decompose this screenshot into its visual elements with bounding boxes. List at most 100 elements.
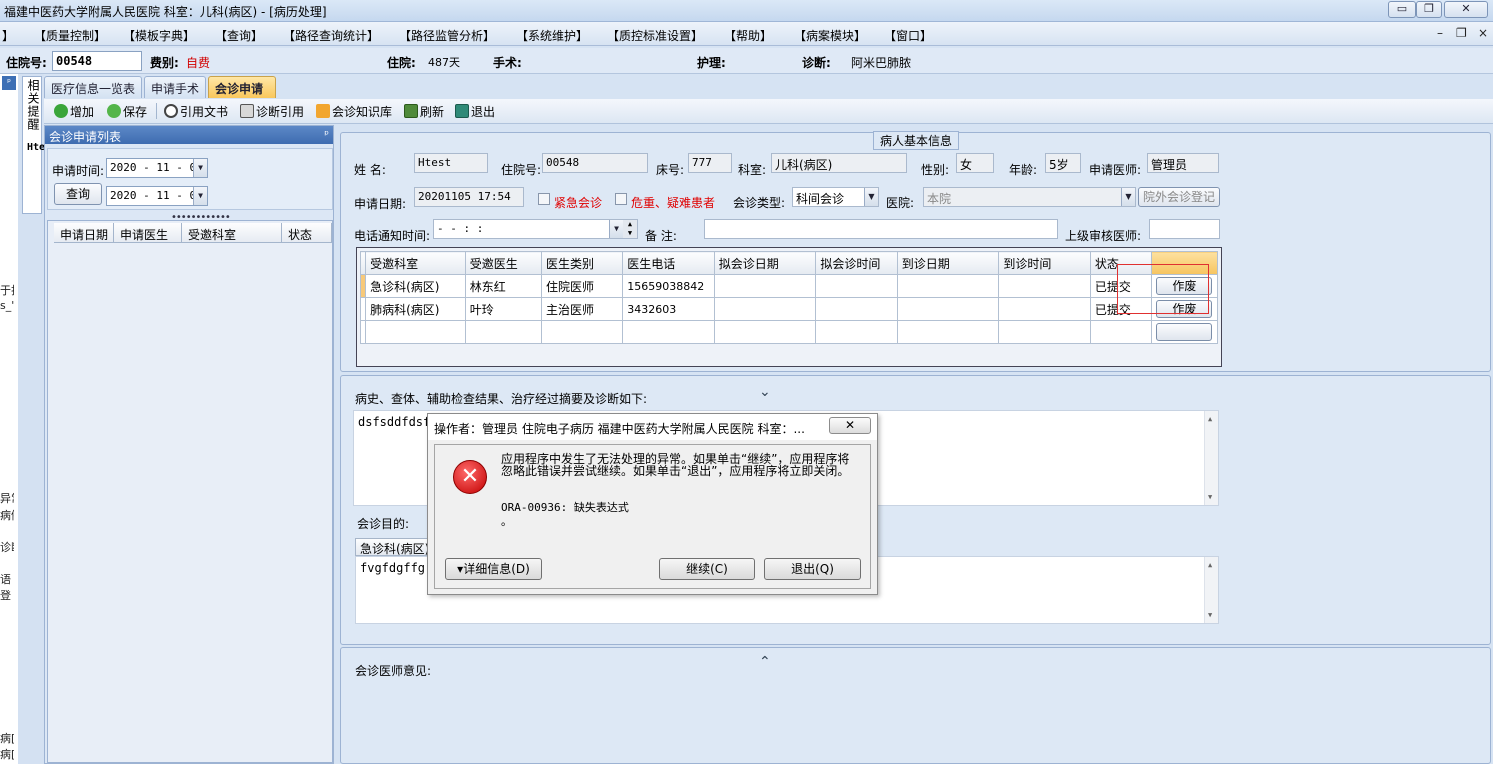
cell-plan-time[interactable] xyxy=(815,297,898,321)
reviewer-input[interactable] xyxy=(1149,219,1220,239)
menu-item-path-stats[interactable]: 【路径查询统计】 xyxy=(283,27,379,44)
name-field[interactable]: Htest xyxy=(414,153,488,173)
cell-phone[interactable] xyxy=(622,320,715,344)
cell-arrive-time[interactable] xyxy=(998,297,1091,321)
cell-phone[interactable]: 15659038842 xyxy=(622,274,715,298)
column-header[interactable]: 医生类别 xyxy=(540,251,624,275)
spinner-icon[interactable]: ▲ ▼ xyxy=(623,220,637,238)
column-header[interactable]: 拟会诊日期 xyxy=(713,251,817,275)
chevron-down-icon[interactable]: ▼ xyxy=(193,187,207,205)
menu-item-query[interactable]: 【查询】 xyxy=(215,27,263,44)
menu-item-window[interactable]: 【窗口】 xyxy=(884,27,932,44)
menu-item-templates[interactable]: 【模板字典】 xyxy=(123,27,195,44)
pin-icon[interactable]: ᵖ xyxy=(2,76,16,90)
tab-medical-info[interactable]: 医疗信息一览表 xyxy=(44,76,142,98)
column-header[interactable]: 受邀科室 xyxy=(182,223,282,243)
cell-phone[interactable]: 3432603 xyxy=(622,297,715,321)
mdi-minimize-button[interactable]: – xyxy=(1437,26,1443,40)
quit-button[interactable]: 退出(Q) xyxy=(764,558,861,580)
cell-arrive-date[interactable] xyxy=(896,297,1000,321)
menu-item-help[interactable]: 【帮助】 xyxy=(724,27,772,44)
dialog-close-button[interactable]: ✕ xyxy=(829,417,871,434)
remark-input[interactable] xyxy=(704,219,1058,239)
table-row[interactable]: 急诊科(病区) 林东红 住院医师 15659038842 已提交 作废 xyxy=(359,274,1219,298)
tab-surgery-request[interactable]: 申请手术 xyxy=(144,76,206,98)
cell-plan-time[interactable] xyxy=(815,320,898,344)
menu-item-quality[interactable]: 【质量控制】 xyxy=(34,27,106,44)
cell-arrive-date[interactable] xyxy=(896,320,1000,344)
date-to-input[interactable]: 2020 - 11 - 06 ▼ xyxy=(106,186,208,206)
save-button[interactable]: 保存 xyxy=(107,103,147,120)
chevron-down-icon[interactable]: ▼ xyxy=(864,188,878,206)
collapse-icon[interactable]: ⌄ xyxy=(759,384,771,400)
consult-table[interactable]: 受邀科室 受邀医生 医生类别 医生电话 拟会诊日期 拟会诊时间 到诊日期 到诊时… xyxy=(359,251,1219,344)
column-header[interactable]: 受邀科室 xyxy=(365,251,466,275)
minimize-button[interactable]: ▭ xyxy=(1388,1,1416,18)
column-header[interactable]: 到诊日期 xyxy=(896,251,1000,275)
continue-button[interactable]: 继续(C) xyxy=(659,558,755,580)
column-header[interactable]: 到诊时间 xyxy=(998,251,1091,275)
critical-checkbox[interactable] xyxy=(615,193,627,205)
column-header[interactable]: 拟会诊时间 xyxy=(815,251,898,275)
inpatient-no-field[interactable]: 00548 xyxy=(542,153,648,173)
menu-item-edge[interactable]: 】 xyxy=(2,27,14,44)
cell-dept[interactable]: 急诊科(病区) xyxy=(365,274,466,298)
bed-field[interactable]: 777 xyxy=(688,153,732,173)
cell-plan-date[interactable] xyxy=(713,320,817,344)
column-header[interactable]: 状态 xyxy=(282,223,332,243)
cell-plan-date[interactable] xyxy=(713,274,817,298)
refresh-button[interactable]: 刷新 xyxy=(404,103,444,120)
cell-plan-date[interactable] xyxy=(713,297,817,321)
consult-type-select[interactable]: 科间会诊 ▼ xyxy=(792,187,879,207)
purpose-tab[interactable]: 急诊科(病区) xyxy=(355,538,431,556)
query-button[interactable]: 查询 xyxy=(54,183,102,205)
chevron-down-icon[interactable]: ▼ xyxy=(193,159,207,177)
details-button[interactable]: ▾详细信息(D) xyxy=(445,558,542,580)
empty-row-button[interactable] xyxy=(1156,323,1213,341)
scroll-down-icon[interactable]: ▼ xyxy=(1208,493,1212,501)
menu-item-records[interactable]: 【病案模块】 xyxy=(794,27,866,44)
cell-arrive-date[interactable] xyxy=(896,274,1000,298)
dept-field[interactable]: 儿科(病区) xyxy=(771,153,907,173)
apply-date-field[interactable]: 20201105 17:54 xyxy=(414,187,524,207)
scrollbar[interactable]: ▲ ▼ xyxy=(1204,557,1218,623)
column-header[interactable]: 申请日期 xyxy=(54,223,114,243)
scrollbar[interactable]: ▲ ▼ xyxy=(1204,411,1218,505)
cell-dept[interactable]: 肺病科(病区) xyxy=(365,297,466,321)
date-from-input[interactable]: 2020 - 11 - 06 ▼ xyxy=(106,158,208,178)
add-button[interactable]: 增加 xyxy=(54,103,94,120)
urgent-checkbox[interactable] xyxy=(538,193,550,205)
cell-dept[interactable] xyxy=(365,320,466,344)
gender-field[interactable]: 女 xyxy=(956,153,994,173)
cell-doctor[interactable] xyxy=(464,320,542,344)
cite-diagnosis-button[interactable]: 诊断引用 xyxy=(240,103,304,120)
cell-type[interactable]: 住院医师 xyxy=(540,274,624,298)
side-tab-reminders[interactable]: 相关提醒 Htest xyxy=(22,76,57,214)
chevron-down-icon[interactable]: ▼ xyxy=(609,220,623,238)
cell-doctor[interactable]: 叶玲 xyxy=(464,297,542,321)
scroll-up-icon[interactable]: ▲ xyxy=(1208,561,1212,569)
expand-icon[interactable]: ⌃ xyxy=(759,654,771,670)
menu-item-path-analysis[interactable]: 【路径监管分析】 xyxy=(399,27,495,44)
scroll-up-icon[interactable]: ▲ xyxy=(1208,415,1212,423)
column-header[interactable]: 受邀医生 xyxy=(464,251,542,275)
mdi-close-button[interactable]: × xyxy=(1478,26,1488,40)
age-field[interactable]: 5岁 xyxy=(1045,153,1081,173)
cell-type[interactable] xyxy=(540,320,624,344)
close-button[interactable]: ✕ xyxy=(1444,1,1488,18)
scroll-down-icon[interactable]: ▼ xyxy=(1208,611,1212,619)
column-header[interactable]: 申请医生 xyxy=(114,223,182,243)
tab-consult-request[interactable]: 会诊申请 xyxy=(208,76,276,98)
external-consult-button[interactable]: 院外会诊登记 xyxy=(1138,187,1220,207)
menu-item-maintenance[interactable]: 【系统维护】 xyxy=(516,27,588,44)
hospital-select[interactable]: 本院 ▼ xyxy=(923,187,1136,207)
cite-document-button[interactable]: 引用文书 xyxy=(164,103,228,120)
table-row[interactable] xyxy=(359,320,1219,344)
table-row[interactable]: 肺病科(病区) 叶玲 主治医师 3432603 已提交 作废 xyxy=(359,297,1219,321)
pin-icon[interactable]: ᵖ xyxy=(324,128,329,141)
exit-button[interactable]: 退出 xyxy=(455,103,495,120)
column-header[interactable]: 医生电话 xyxy=(622,251,715,275)
cell-arrive-time[interactable] xyxy=(998,320,1091,344)
menu-item-qc-standard[interactable]: 【质控标准设置】 xyxy=(607,27,703,44)
doctor-field[interactable]: 管理员 xyxy=(1147,153,1219,173)
